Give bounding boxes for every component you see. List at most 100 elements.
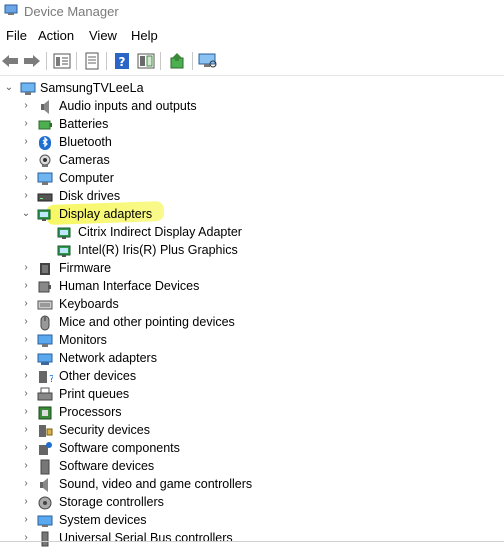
collapsed-chevron-icon[interactable]: › [21,334,31,346]
tree-child-intel-graphics[interactable]: Intel(R) Iris(R) Plus Graphics [0,242,504,260]
collapsed-chevron-icon[interactable]: › [21,316,31,328]
tree-item-sound-controllers[interactable]: › Sound, video and game controllers [0,476,504,494]
tree-item-label: Batteries [59,117,109,131]
menu-bar: File Action View Help [0,26,504,46]
tree-item-label: Citrix Indirect Display Adapter [78,225,242,239]
tree-item-label: Computer [59,171,114,185]
tree-item-other-devices[interactable]: › ? Other devices [0,368,504,386]
collapsed-chevron-icon[interactable]: › [21,118,31,130]
tree-item-label: Audio inputs and outputs [59,99,197,113]
tree-item-computer[interactable]: › Computer [0,170,504,188]
svg-text:?: ? [119,55,126,69]
mouse-icon [40,315,50,331]
tree-item-print-queues[interactable]: › Print queues [0,386,504,404]
tree-item-firmware[interactable]: › Firmware [0,260,504,278]
tree-item-cameras[interactable]: › Cameras [0,152,504,170]
svg-text:?: ? [49,374,53,385]
tree-item-label: System devices [59,513,147,527]
tree-item-label: Mice and other pointing devices [59,315,235,329]
collapsed-chevron-icon[interactable]: › [21,280,31,292]
collapsed-chevron-icon[interactable]: › [21,532,31,544]
tree-item-disk-drives[interactable]: › Disk drives [0,188,504,206]
tree-item-monitors[interactable]: › Monitors [0,332,504,350]
collapsed-chevron-icon[interactable]: › [21,352,31,364]
tree-root[interactable]: ⌄ SamsungTVLeeLa [0,80,504,98]
collapsed-chevron-icon[interactable]: › [21,172,31,184]
properties-grid-icon[interactable] [52,52,72,70]
tree-item-system-devices[interactable]: › System devices [0,512,504,530]
collapsed-chevron-icon[interactable]: › [21,514,31,526]
tree-item-software-components[interactable]: › Software components [0,440,504,458]
tree-item-bluetooth[interactable]: › Bluetooth [0,134,504,152]
tree-item-software-devices[interactable]: › Software devices [0,458,504,476]
help-icon[interactable]: ? [112,52,132,70]
tree-item-label: Bluetooth [59,135,112,149]
collapsed-chevron-icon[interactable]: › [21,262,31,274]
collapsed-chevron-icon[interactable]: › [21,388,31,400]
title-bar: Device Manager [0,0,504,24]
storage-controller-icon [38,496,52,510]
collapsed-chevron-icon[interactable]: › [21,460,31,472]
tree-item-network-adapters[interactable]: › Network adapters [0,350,504,368]
tree-item-processors[interactable]: › Processors [0,404,504,422]
tree-item-label: Intel(R) Iris(R) Plus Graphics [78,243,238,257]
menu-help[interactable]: Help [127,28,162,43]
tree-item-display-adapters[interactable]: ⌄ Display adapters [0,206,504,224]
collapsed-chevron-icon[interactable]: › [21,190,31,202]
window-bottom-edge [0,541,504,542]
collapsed-chevron-icon[interactable]: › [21,100,31,112]
update-driver-icon[interactable] [168,52,188,70]
tree-item-keyboards[interactable]: › Keyboards [0,296,504,314]
collapsed-chevron-icon[interactable]: › [21,370,31,382]
menu-view[interactable]: View [85,28,121,43]
display-adapter-icon [37,209,51,221]
toolbar: ? [0,47,504,76]
tree-item-label: Other devices [59,369,137,383]
collapsed-chevron-icon[interactable]: › [21,154,31,166]
expanded-chevron-icon[interactable]: ⌄ [21,208,31,220]
expanded-chevron-icon[interactable]: ⌄ [4,82,14,94]
software-component-icon [39,442,52,455]
display-adapter-icon [57,227,71,239]
tree-item-storage-controllers[interactable]: › Storage controllers [0,494,504,512]
properties-panel-icon[interactable] [136,52,156,70]
computer-icon [37,172,53,185]
camera-icon [39,154,51,167]
tree-child-citrix-adapter[interactable]: Citrix Indirect Display Adapter [0,224,504,242]
tree-item-audio[interactable]: › Audio inputs and outputs [0,98,504,116]
security-device-icon [39,425,53,437]
collapsed-chevron-icon[interactable]: › [21,298,31,310]
toolbar-separator [46,52,47,70]
tree-item-label: Monitors [59,333,107,347]
usb-controller-icon [41,531,49,547]
sound-controller-icon [40,478,48,492]
menu-file[interactable]: File [2,28,31,43]
display-adapter-icon [57,245,71,257]
collapsed-chevron-icon[interactable]: › [21,136,31,148]
collapsed-chevron-icon[interactable]: › [21,406,31,418]
scan-hardware-icon[interactable] [198,52,218,70]
toolbar-separator [160,52,161,70]
firmware-icon [40,263,50,275]
software-device-icon [40,459,50,475]
tree-item-label: Processors [59,405,122,419]
collapsed-chevron-icon[interactable]: › [21,496,31,508]
collapsed-chevron-icon[interactable]: › [21,478,31,490]
tree-item-label: Print queues [59,387,130,401]
disk-drive-icon [37,193,53,202]
tree-item-usb-controllers[interactable]: › Universal Serial Bus controllers [0,530,504,548]
tree-item-mice[interactable]: › Mice and other pointing devices [0,314,504,332]
tree-item-batteries[interactable]: › Batteries [0,116,504,134]
tree-item-label: Storage controllers [59,495,164,509]
forward-arrow-icon[interactable] [22,52,42,70]
collapsed-chevron-icon[interactable]: › [21,442,31,454]
system-device-icon [37,515,53,527]
document-list-icon[interactable] [82,52,102,70]
battery-icon [38,120,52,130]
back-arrow-icon[interactable] [0,52,20,70]
tree-item-security-devices[interactable]: › Security devices [0,422,504,440]
menu-action[interactable]: Action [34,28,78,43]
tree-item-hid[interactable]: › Human Interface Devices [0,278,504,296]
collapsed-chevron-icon[interactable]: › [21,424,31,436]
tree-item-label: Human Interface Devices [59,279,200,293]
